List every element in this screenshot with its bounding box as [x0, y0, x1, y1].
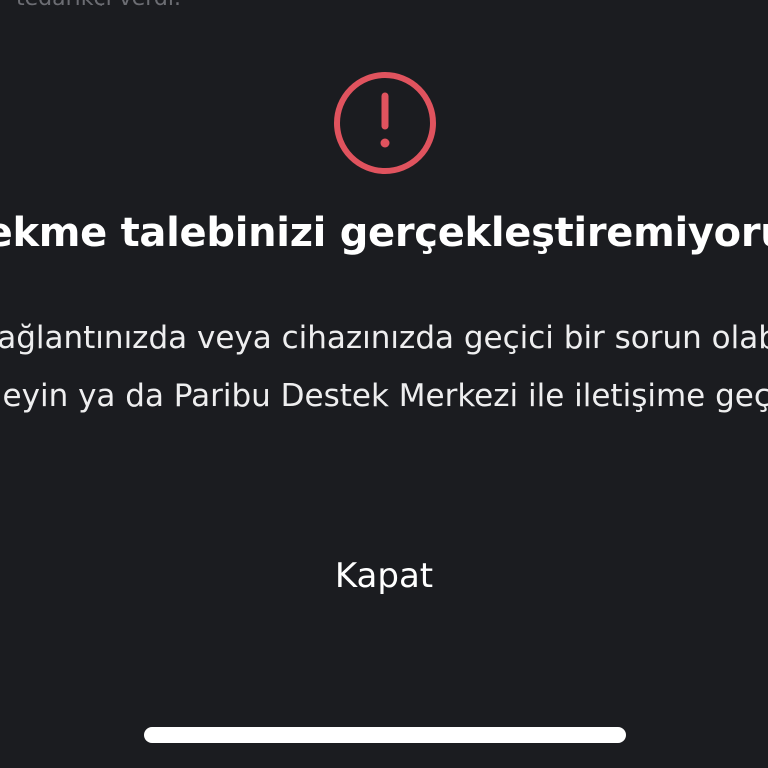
error-dialog: Çekme talebinizi gerçekleştiremiyoruz İn… [0, 6, 768, 768]
error-screen: tedarikçi verdi. Çekme talebinizi gerçek… [0, 0, 768, 768]
dialog-message-line-1: İnternet bağlantınızda veya cihazınızda … [0, 320, 768, 356]
home-indicator[interactable] [144, 727, 626, 743]
close-button[interactable]: Kapat [323, 552, 445, 600]
exclamation-circle-icon [334, 72, 436, 174]
dialog-title: Çekme talebinizi gerçekleştiremiyoruz [0, 210, 768, 256]
dialog-message-line-2: tekrar deneyin ya da Paribu Destek Merke… [0, 378, 768, 414]
